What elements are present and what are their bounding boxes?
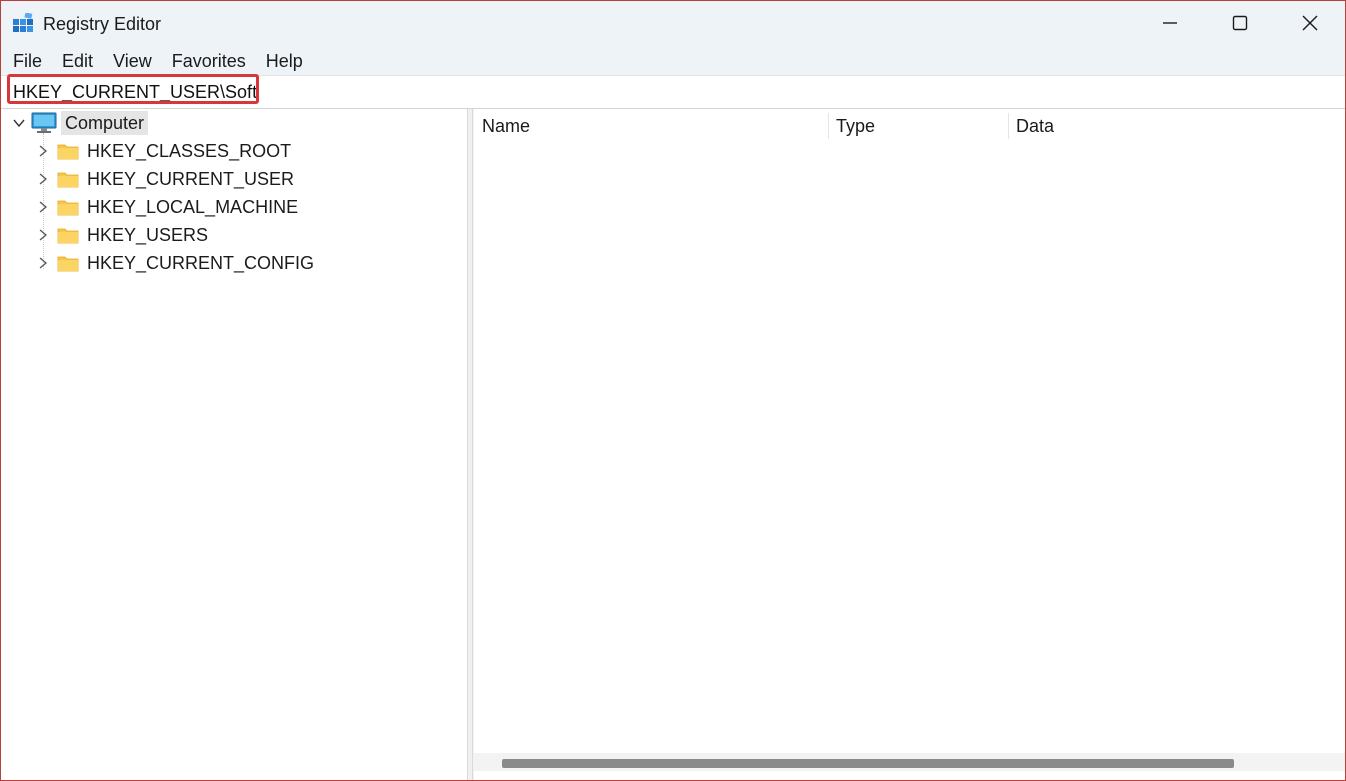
chevron-right-icon[interactable] — [35, 199, 51, 215]
column-header-type[interactable]: Type — [828, 109, 1008, 141]
scrollbar-thumb[interactable] — [502, 759, 1234, 768]
maximize-button[interactable] — [1205, 1, 1275, 45]
folder-icon — [57, 172, 79, 188]
tree-node-hkey-local-machine[interactable]: HKEY_LOCAL_MACHINE — [35, 194, 302, 220]
chevron-down-icon[interactable] — [11, 115, 27, 131]
menu-edit[interactable]: Edit — [52, 47, 103, 75]
chevron-right-icon[interactable] — [35, 143, 51, 159]
maximize-icon — [1232, 15, 1248, 31]
address-text: HKEY_CURRENT_USER\Software — [13, 82, 258, 102]
tree-node-label: HKEY_USERS — [87, 225, 209, 245]
folder-icon — [57, 144, 79, 160]
computer-icon — [31, 112, 57, 133]
tree-node-label: HKEY_CLASSES_ROOT — [87, 141, 292, 161]
tree-node-hkey-current-config[interactable]: HKEY_CURRENT_CONFIG — [35, 250, 318, 276]
menu-help[interactable]: Help — [256, 47, 313, 75]
chevron-right-icon[interactable] — [35, 227, 51, 243]
folder-icon — [57, 256, 79, 272]
tree-node-label: HKEY_CURRENT_CONFIG — [87, 253, 315, 273]
tree-node-hkey-classes-root[interactable]: HKEY_CLASSES_ROOT — [35, 138, 295, 164]
tree-node-hkey-users[interactable]: HKEY_USERS — [35, 222, 212, 248]
window-title: Registry Editor — [43, 14, 162, 34]
registry-editor-icon — [13, 13, 33, 32]
address-input[interactable]: HKEY_CURRENT_USER\Software — [7, 74, 259, 104]
horizontal-scrollbar[interactable] — [474, 753, 1345, 771]
minimize-button[interactable] — [1135, 1, 1205, 45]
tree-node-computer[interactable]: Computer — [11, 110, 149, 136]
address-bar: HKEY_CURRENT_USER\Software — [1, 74, 1345, 109]
close-icon — [1302, 15, 1318, 31]
title-bar[interactable]: Registry Editor — [1, 1, 1345, 45]
folder-icon — [57, 228, 79, 244]
menu-file[interactable]: File — [1, 47, 52, 75]
minimize-icon — [1163, 22, 1177, 24]
chevron-right-icon[interactable] — [35, 255, 51, 271]
menu-view[interactable]: View — [103, 47, 162, 75]
values-list-pane[interactable]: Name Type Data — [474, 109, 1345, 780]
menu-bar: File Edit View Favorites Help — [1, 47, 1345, 75]
column-header-data[interactable]: Data — [1008, 109, 1345, 141]
tree-node-label: Computer — [61, 111, 149, 135]
tree-node-label: HKEY_LOCAL_MACHINE — [87, 197, 299, 217]
close-button[interactable] — [1275, 1, 1345, 45]
pane-splitter[interactable] — [467, 109, 473, 780]
folder-icon — [57, 200, 79, 216]
chevron-right-icon[interactable] — [35, 171, 51, 187]
column-header-name[interactable]: Name — [474, 109, 828, 141]
list-header: Name Type Data — [474, 109, 1345, 141]
tree-node-label: HKEY_CURRENT_USER — [87, 169, 295, 189]
registry-editor-window: Registry Editor File Edit View Favorites… — [0, 0, 1346, 781]
menu-favorites[interactable]: Favorites — [162, 47, 256, 75]
tree-node-hkey-current-user[interactable]: HKEY_CURRENT_USER — [35, 166, 298, 192]
